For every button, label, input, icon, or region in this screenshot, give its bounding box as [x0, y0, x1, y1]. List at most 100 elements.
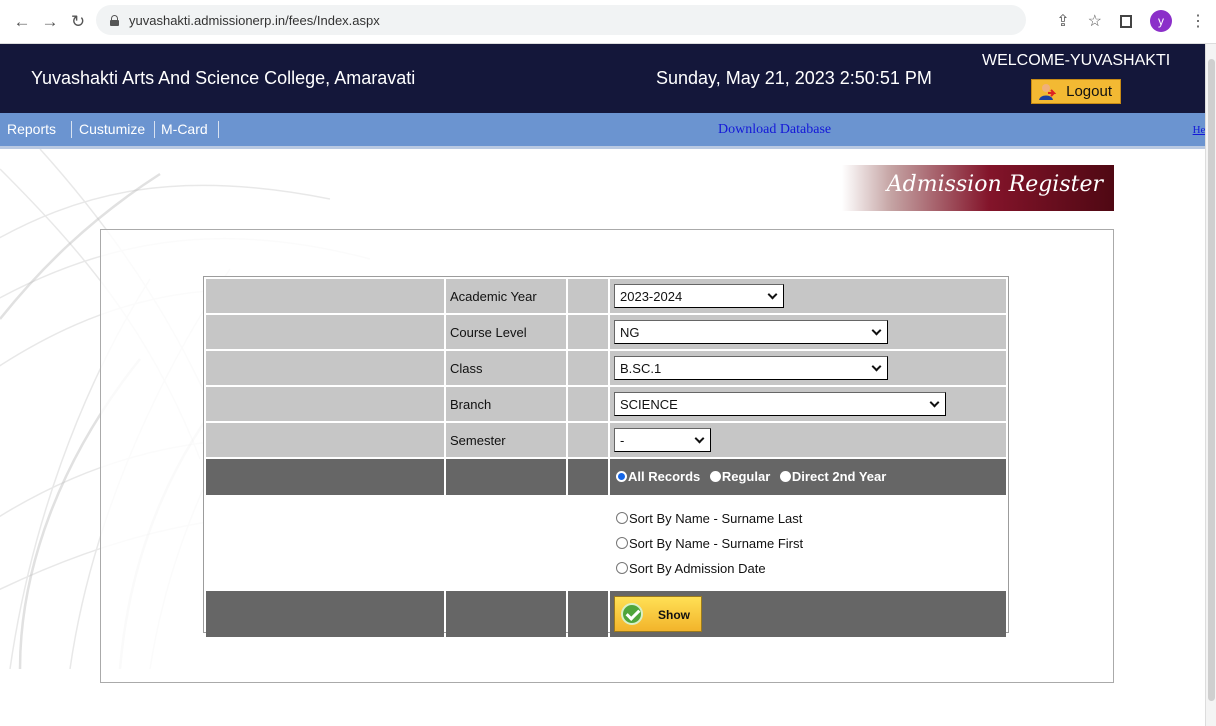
sort-surname-last-radio[interactable]: Sort By Name - Surname Last	[616, 506, 1006, 531]
page-title-banner: Admission Register	[842, 165, 1114, 211]
course-level-label: Course Level	[446, 315, 566, 349]
spacer-cell	[206, 591, 444, 637]
regular-label: Regular	[721, 469, 771, 484]
sort-options-row: Sort By Name - Surname Last Sort By Name…	[206, 497, 1006, 589]
branch-select[interactable]: SCIENCE	[614, 392, 946, 416]
check-icon	[621, 603, 643, 625]
semester-row: Semester -	[206, 423, 1006, 457]
menu-separator	[218, 121, 219, 138]
class-value: B.SC.1	[620, 360, 662, 376]
class-select[interactable]: B.SC.1	[614, 356, 888, 380]
academic-year-select[interactable]: 2023-2024	[614, 284, 784, 308]
spacer-cell	[568, 423, 608, 457]
semester-label: Semester	[446, 423, 566, 457]
menu-separator	[154, 121, 155, 138]
college-name: Yuvashakti Arts And Science College, Ama…	[31, 68, 416, 88]
logout-icon	[1039, 84, 1056, 100]
academic-year-label: Academic Year	[446, 279, 566, 313]
radio-unselected-icon	[616, 562, 628, 574]
spacer-cell	[568, 497, 608, 589]
menu-custumize[interactable]: Custumize	[79, 121, 145, 137]
chevron-down-icon	[694, 433, 705, 443]
logout-label: Logout	[1066, 83, 1112, 100]
class-label: Class	[446, 351, 566, 385]
sort-admission-date-label: Sort By Admission Date	[629, 560, 766, 576]
browser-toolbar: ← → ↻ yuvashakti.admissionerp.in/fees/In…	[0, 0, 1216, 44]
spacer-cell	[206, 351, 444, 385]
branch-label: Branch	[446, 387, 566, 421]
address-bar[interactable]: yuvashakti.admissionerp.in/fees/Index.as…	[96, 5, 1026, 35]
spacer-cell	[206, 279, 444, 313]
academic-year-row: Academic Year 2023-2024	[206, 279, 1006, 313]
course-level-value: NG	[620, 324, 640, 340]
course-level-select[interactable]: NG	[614, 320, 888, 344]
spacer-cell	[206, 387, 444, 421]
spacer-cell	[206, 459, 444, 495]
spacer-cell	[446, 459, 566, 495]
show-label: Show	[658, 608, 690, 622]
chevron-down-icon	[767, 289, 778, 299]
chevron-down-icon	[871, 325, 882, 335]
menu-reports[interactable]: Reports	[7, 121, 56, 137]
forward-icon[interactable]: →	[38, 10, 62, 34]
window-icon[interactable]	[1120, 14, 1132, 28]
chevron-down-icon	[929, 397, 940, 407]
record-filter-row: All Records Regular Direct 2nd Year	[206, 459, 1006, 495]
show-button[interactable]: Show	[614, 596, 702, 632]
course-level-row: Course Level NG	[206, 315, 1006, 349]
direct-2nd-year-label: Direct 2nd Year	[791, 469, 887, 484]
direct-2nd-year-radio[interactable]: Direct 2nd Year	[779, 469, 887, 484]
all-records-radio[interactable]: All Records	[616, 469, 700, 484]
spacer-cell	[206, 497, 444, 589]
star-icon[interactable]: ☆	[1088, 11, 1102, 31]
admission-register-form: Academic Year 2023-2024 Course Level NG …	[203, 276, 1009, 637]
lock-icon	[110, 14, 119, 26]
semester-value: -	[620, 432, 625, 448]
page-title: Admission Register	[886, 172, 1103, 197]
spacer-cell	[568, 279, 608, 313]
download-database-link[interactable]: Download Database	[718, 122, 831, 138]
more-icon[interactable]: ⋮	[1190, 11, 1206, 31]
share-icon[interactable]: ⇪	[1056, 11, 1069, 31]
sort-surname-first-label: Sort By Name - Surname First	[629, 535, 804, 551]
logout-button[interactable]: Logout	[1031, 79, 1121, 104]
regular-radio[interactable]: Regular	[709, 469, 771, 484]
scroll-thumb[interactable]	[1208, 59, 1215, 701]
spacer-cell	[568, 459, 608, 495]
radio-unselected-icon	[709, 471, 721, 482]
radio-selected-icon	[616, 471, 627, 482]
spacer-cell	[568, 591, 608, 637]
browser-actions: ⇪ ☆ y ⋮	[1056, 10, 1206, 32]
spacer-cell	[568, 351, 608, 385]
current-datetime: Sunday, May 21, 2023 2:50:51 PM	[656, 68, 932, 88]
action-row: Show	[206, 591, 1006, 637]
welcome-text: WELCOME-YUVASHAKTI	[982, 52, 1171, 69]
menu-separator	[71, 121, 72, 138]
academic-year-value: 2023-2024	[620, 288, 683, 304]
spacer-cell	[446, 497, 566, 589]
spacer-cell	[206, 423, 444, 457]
sort-admission-date-radio[interactable]: Sort By Admission Date	[616, 556, 1006, 581]
radio-unselected-icon	[779, 471, 791, 482]
page-scrollbar[interactable]	[1205, 44, 1216, 726]
radio-unselected-icon	[616, 537, 628, 549]
url-text: yuvashakti.admissionerp.in/fees/Index.as…	[129, 12, 380, 28]
spacer-cell	[446, 591, 566, 637]
sort-surname-first-radio[interactable]: Sort By Name - Surname First	[616, 531, 1006, 556]
back-icon[interactable]: ←	[10, 10, 34, 34]
profile-icon[interactable]: y	[1150, 10, 1172, 32]
radio-unselected-icon	[616, 512, 628, 524]
branch-row: Branch SCIENCE	[206, 387, 1006, 421]
main-menu: Reports Custumize M-Card Download Databa…	[0, 113, 1216, 149]
spacer-cell	[568, 387, 608, 421]
chevron-down-icon	[871, 361, 882, 371]
sort-surname-last-label: Sort By Name - Surname Last	[629, 510, 803, 526]
class-row: Class B.SC.1	[206, 351, 1006, 385]
branch-value: SCIENCE	[620, 396, 678, 412]
spacer-cell	[568, 315, 608, 349]
all-records-label: All Records	[628, 469, 701, 484]
menu-m-card[interactable]: M-Card	[161, 121, 208, 137]
reload-icon[interactable]: ↻	[66, 10, 90, 34]
spacer-cell	[206, 315, 444, 349]
semester-select[interactable]: -	[614, 428, 711, 452]
